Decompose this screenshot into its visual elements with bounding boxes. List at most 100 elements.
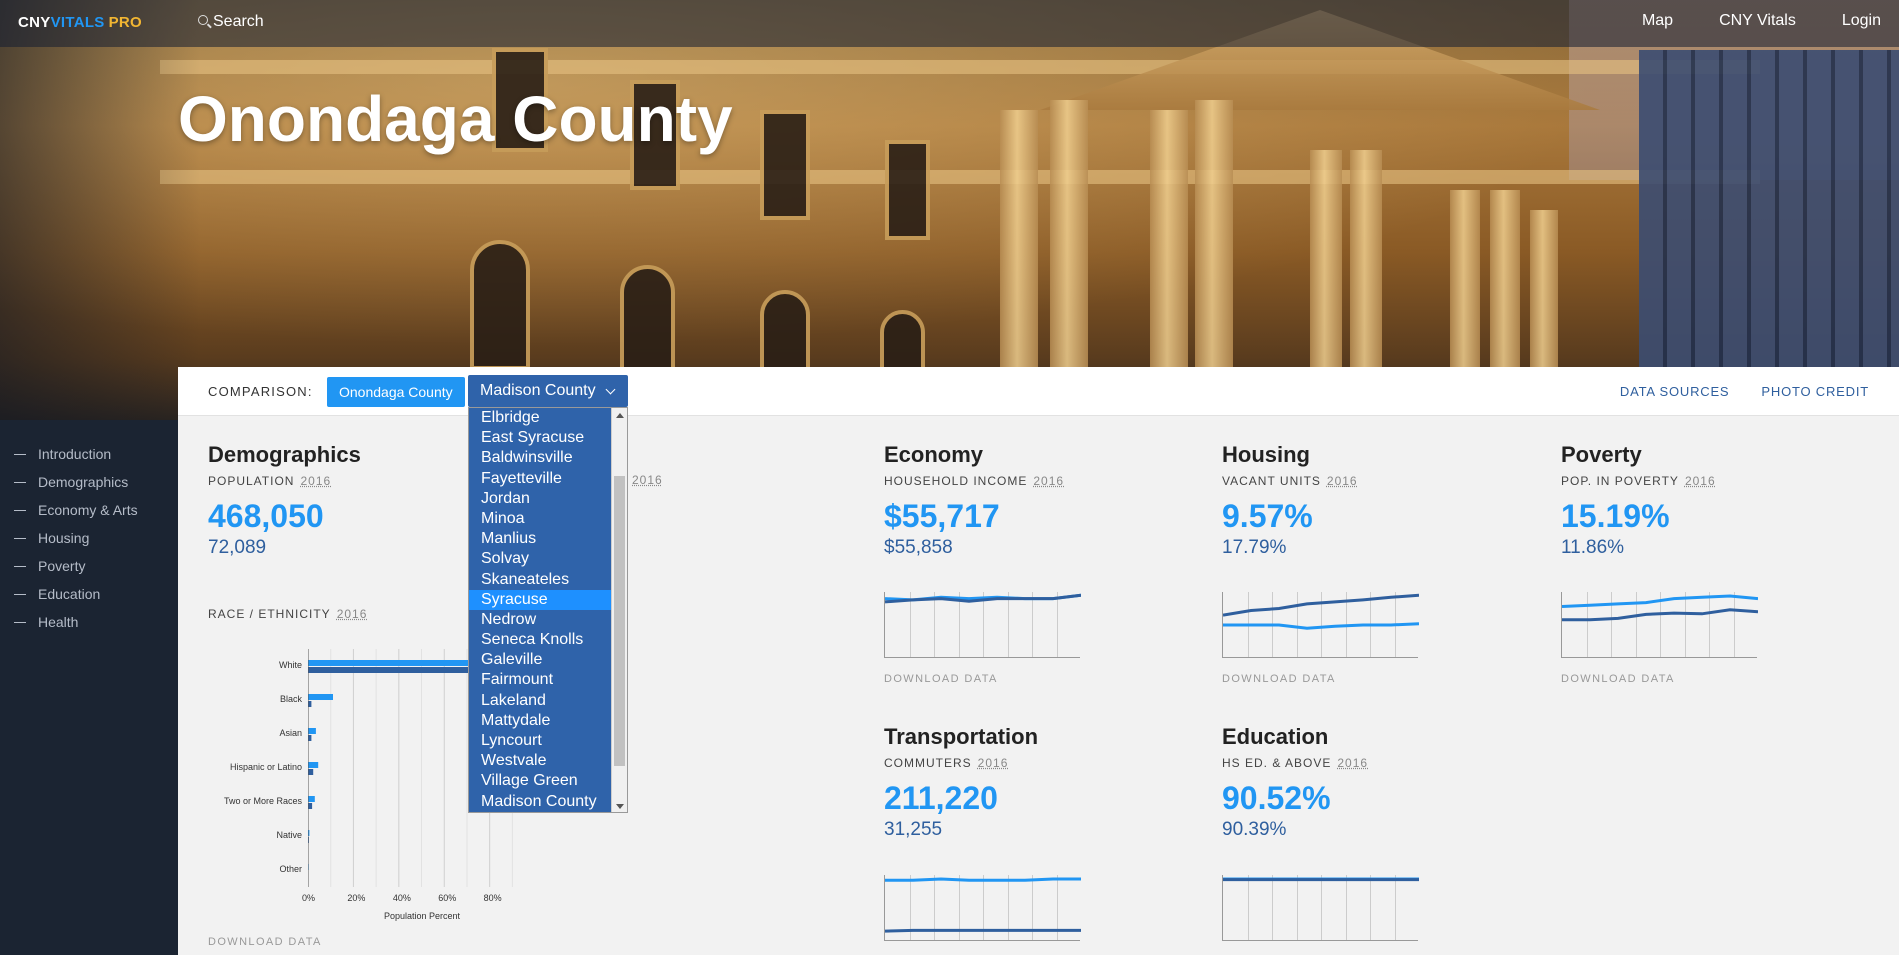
data-sources-link[interactable]: DATA SOURCES xyxy=(1620,384,1730,399)
dropdown-option[interactable]: Village Green xyxy=(469,771,627,791)
race-category-label: Hispanic or Latino xyxy=(229,762,302,772)
sidenav-label: Poverty xyxy=(38,558,86,574)
race-category-label: Two or More Races xyxy=(223,796,302,806)
search-icon xyxy=(198,15,208,25)
sparkline-series-line xyxy=(885,593,1081,604)
race-bar[interactable] xyxy=(308,660,486,666)
comparison-select[interactable]: Madison County xyxy=(468,375,628,407)
sidenav-item-health[interactable]: Health xyxy=(0,608,138,636)
sparkline-education xyxy=(1222,875,1419,941)
race-bar[interactable] xyxy=(308,803,313,809)
sparkline-housing xyxy=(1222,592,1419,658)
brand-logo[interactable]: CNYVITALS PRO xyxy=(18,14,142,31)
dropdown-option[interactable]: Lyncourt xyxy=(469,731,627,751)
brand-part-vitals: VITALS xyxy=(50,14,105,31)
card-housing: Housing VACANT UNITS 2016 9.57% 17.79% xyxy=(1222,442,1522,559)
poverty-download-link[interactable]: DOWNLOAD DATA xyxy=(1561,673,1675,685)
metric-label-text: POPULATION xyxy=(208,474,295,488)
metric-year: 2016 xyxy=(977,756,1009,770)
photo-credit-link[interactable]: PHOTO CREDIT xyxy=(1761,384,1869,399)
panel-links: DATA SOURCES PHOTO CREDIT xyxy=(1620,384,1869,399)
metric-label: HS ED. & ABOVE 2016 xyxy=(1222,756,1522,770)
nav-link-cny-vitals[interactable]: CNY Vitals xyxy=(1719,12,1796,30)
comparison-bar: COMPARISON: Onondaga County Madison Coun… xyxy=(178,367,1899,416)
sidenav-item-housing[interactable]: Housing xyxy=(0,524,138,552)
sparkline-poverty xyxy=(1561,592,1758,658)
scroll-up-arrow-icon[interactable] xyxy=(616,413,624,418)
card-title: Poverty xyxy=(1561,442,1642,467)
comparison-label: COMPARISON: xyxy=(208,384,313,399)
metric-label-text: VACANT UNITS xyxy=(1222,474,1321,488)
dash-icon xyxy=(14,481,26,483)
race-bar[interactable] xyxy=(308,728,316,734)
card-transportation: Transportation COMMUTERS 2016 211,220 31,… xyxy=(884,724,1184,841)
search-button[interactable]: Search xyxy=(198,13,264,31)
dropdown-option[interactable]: Baldwinsville xyxy=(469,448,627,468)
race-year: 2016 xyxy=(336,607,368,621)
metric-label: HOUSEHOLD INCOME 2016 xyxy=(884,474,1184,488)
cornice xyxy=(160,170,1760,184)
primary-region-chip[interactable]: Onondaga County xyxy=(327,377,465,407)
metric-compare-value: 31,255 xyxy=(884,819,943,840)
dropdown-option[interactable]: Manlius xyxy=(469,529,627,549)
housing-download-link[interactable]: DOWNLOAD DATA xyxy=(1222,673,1336,685)
metric-label: VACANT UNITS 2016 xyxy=(1222,474,1522,488)
metric-value: 15.19% xyxy=(1561,498,1670,534)
card-title: Education xyxy=(1222,724,1329,749)
dropdown-option[interactable]: Skaneateles xyxy=(469,570,627,590)
nav-link-login[interactable]: Login xyxy=(1842,12,1881,30)
metric-year: 2016 xyxy=(300,474,332,488)
sidenav-item-demographics[interactable]: Demographics xyxy=(0,468,138,496)
race-bar[interactable] xyxy=(308,694,333,700)
dropdown-option[interactable]: Mattydale xyxy=(469,711,627,731)
sidenav-item-introduction[interactable]: Introduction xyxy=(0,440,138,468)
metric-value: 211,220 xyxy=(884,780,998,816)
race-bar[interactable] xyxy=(308,735,312,741)
metric-compare-value: 11.86% xyxy=(1561,537,1625,558)
dropdown-option[interactable]: Lakeland xyxy=(469,691,627,711)
dropdown-option[interactable]: Westvale xyxy=(469,751,627,771)
metric-label-text: HOUSEHOLD INCOME xyxy=(884,474,1028,488)
dropdown-option[interactable]: Seneca Knolls xyxy=(469,630,627,650)
dropdown-option[interactable]: Galeville xyxy=(469,650,627,670)
dropdown-option[interactable]: Minoa xyxy=(469,509,627,529)
sparkline-series-line xyxy=(1223,593,1419,617)
dropdown-option[interactable]: Madison County xyxy=(469,792,627,812)
scroll-down-arrow-icon[interactable] xyxy=(616,804,624,809)
dropdown-scrollbar[interactable] xyxy=(611,408,627,812)
scroll-thumb[interactable] xyxy=(614,476,625,766)
dash-icon xyxy=(14,453,26,455)
metric-compare-value: $55,858 xyxy=(884,537,953,558)
dropdown-option[interactable]: Elbridge xyxy=(469,408,627,428)
dropdown-option[interactable]: Syracuse xyxy=(469,589,627,610)
race-bar[interactable] xyxy=(308,796,315,802)
race-x-tick-label: 40% xyxy=(392,893,411,903)
dropdown-option[interactable]: Jordan xyxy=(469,489,627,509)
race-bar[interactable] xyxy=(308,769,314,775)
dropdown-option[interactable]: Fayetteville xyxy=(469,469,627,489)
economy-download-link[interactable]: DOWNLOAD DATA xyxy=(884,673,998,685)
nav-link-map[interactable]: Map xyxy=(1642,12,1673,30)
sidenav-item-poverty[interactable]: Poverty xyxy=(0,552,138,580)
metric-year: 2016 xyxy=(1033,474,1065,488)
race-download-link[interactable]: DOWNLOAD DATA xyxy=(208,936,322,948)
sparkline-svg xyxy=(1223,877,1419,882)
nav-links: Map CNY Vitals Login xyxy=(1642,12,1881,30)
sidenav-item-education[interactable]: Education xyxy=(0,580,138,608)
dropdown-option[interactable]: Fairmount xyxy=(469,670,627,690)
sparkline-transportation xyxy=(884,875,1081,941)
cornice xyxy=(160,60,1760,74)
dropdown-option[interactable]: Nedrow xyxy=(469,610,627,630)
comparison-dropdown-list[interactable]: Elbridge East Syracuse Baldwinsville Fayett… xyxy=(468,407,628,813)
sidenav-item-economy-arts[interactable]: Economy & Arts xyxy=(0,496,138,524)
race-bar[interactable] xyxy=(308,701,312,707)
dropdown-option[interactable]: East Syracuse xyxy=(469,428,627,448)
window xyxy=(885,140,930,240)
content-panel: COMPARISON: Onondaga County Madison Coun… xyxy=(178,367,1899,955)
sparkline-series-line xyxy=(885,928,1081,933)
sparkline-series-line xyxy=(1562,608,1758,622)
card-title: Housing xyxy=(1222,442,1310,467)
brand-part-cny: CNY xyxy=(18,14,51,31)
race-bar[interactable] xyxy=(308,762,319,768)
dropdown-option[interactable]: Solvay xyxy=(469,549,627,569)
